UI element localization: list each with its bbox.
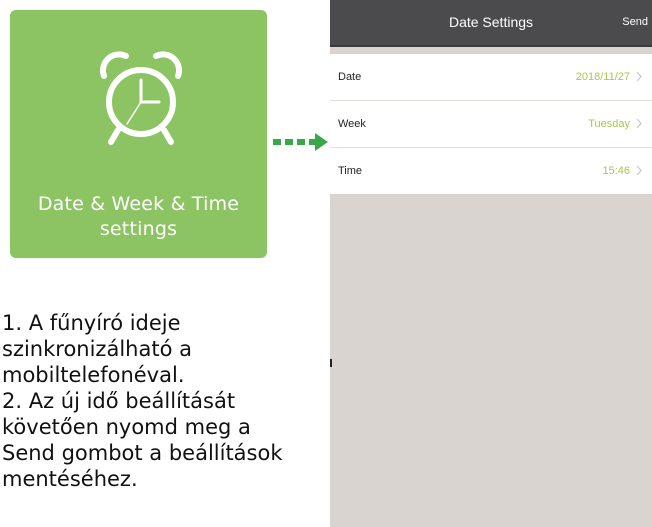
settings-row-date[interactable]: Date 2018/11/27 (330, 54, 652, 101)
instruction-line: mobiltelefonéval. (2, 363, 185, 387)
instruction-line: szinkronizálható a (2, 337, 192, 361)
settings-list: Date 2018/11/27 Week Tuesday Time 15:46 (330, 54, 652, 194)
row-value: 15:46 (602, 165, 630, 177)
phone-screen: Date Settings Send Date 2018/11/27 Week … (330, 0, 652, 527)
instruction-line: 1. A fűnyíró ideje (2, 311, 181, 335)
nav-title: Date Settings (448, 14, 534, 30)
alarm-clock-icon (99, 51, 183, 145)
instruction-line: követően nyomd meg a (2, 415, 251, 439)
row-label: Date (338, 71, 362, 83)
chevron-right-icon (636, 71, 642, 82)
row-value: 2018/11/27 (575, 71, 630, 83)
send-button[interactable]: Send (622, 0, 648, 45)
page: Date & Week & Time settings 1. A fűnyíró… (0, 0, 652, 527)
navigation-bar: Date Settings Send (330, 0, 652, 47)
row-label: Time (338, 165, 363, 177)
instruction-line: mentéséhez. (2, 467, 138, 491)
edge-mark (330, 359, 332, 367)
row-label: Week (338, 118, 366, 130)
instruction-line: Send gombot a beállítások (2, 441, 283, 465)
chevron-right-icon (636, 165, 642, 176)
settings-row-time[interactable]: Time 15:46 (330, 148, 652, 194)
dashed-arrow-right-icon (273, 133, 328, 151)
tile-label-line-2: settings (99, 218, 178, 240)
settings-row-week[interactable]: Week Tuesday (330, 101, 652, 148)
row-value: Tuesday (588, 118, 630, 130)
instruction-line: 2. Az új idő beállítását (2, 389, 236, 413)
tile-label-line-1: Date & Week & Time (37, 193, 240, 215)
chevron-right-icon (636, 118, 642, 129)
tile-label: Date & Week & Time settings (10, 192, 267, 242)
instructions-text: 1. A fűnyíró ideje szinkronizálható a mo… (2, 310, 327, 492)
date-week-time-settings-tile[interactable]: Date & Week & Time settings (10, 10, 267, 258)
